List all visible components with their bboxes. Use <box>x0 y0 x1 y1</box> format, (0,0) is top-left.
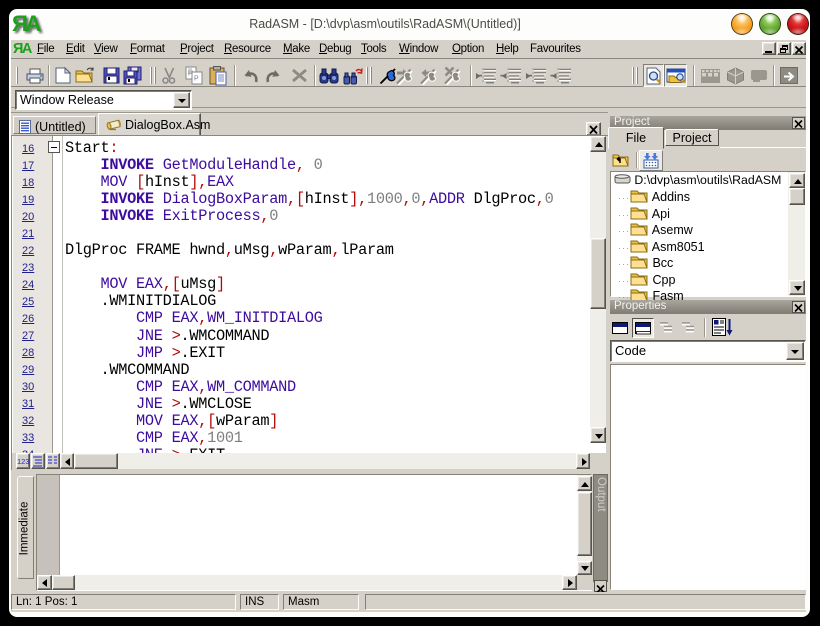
svg-text:P: P <box>194 76 199 83</box>
svg-text:123: 123 <box>17 457 29 466</box>
